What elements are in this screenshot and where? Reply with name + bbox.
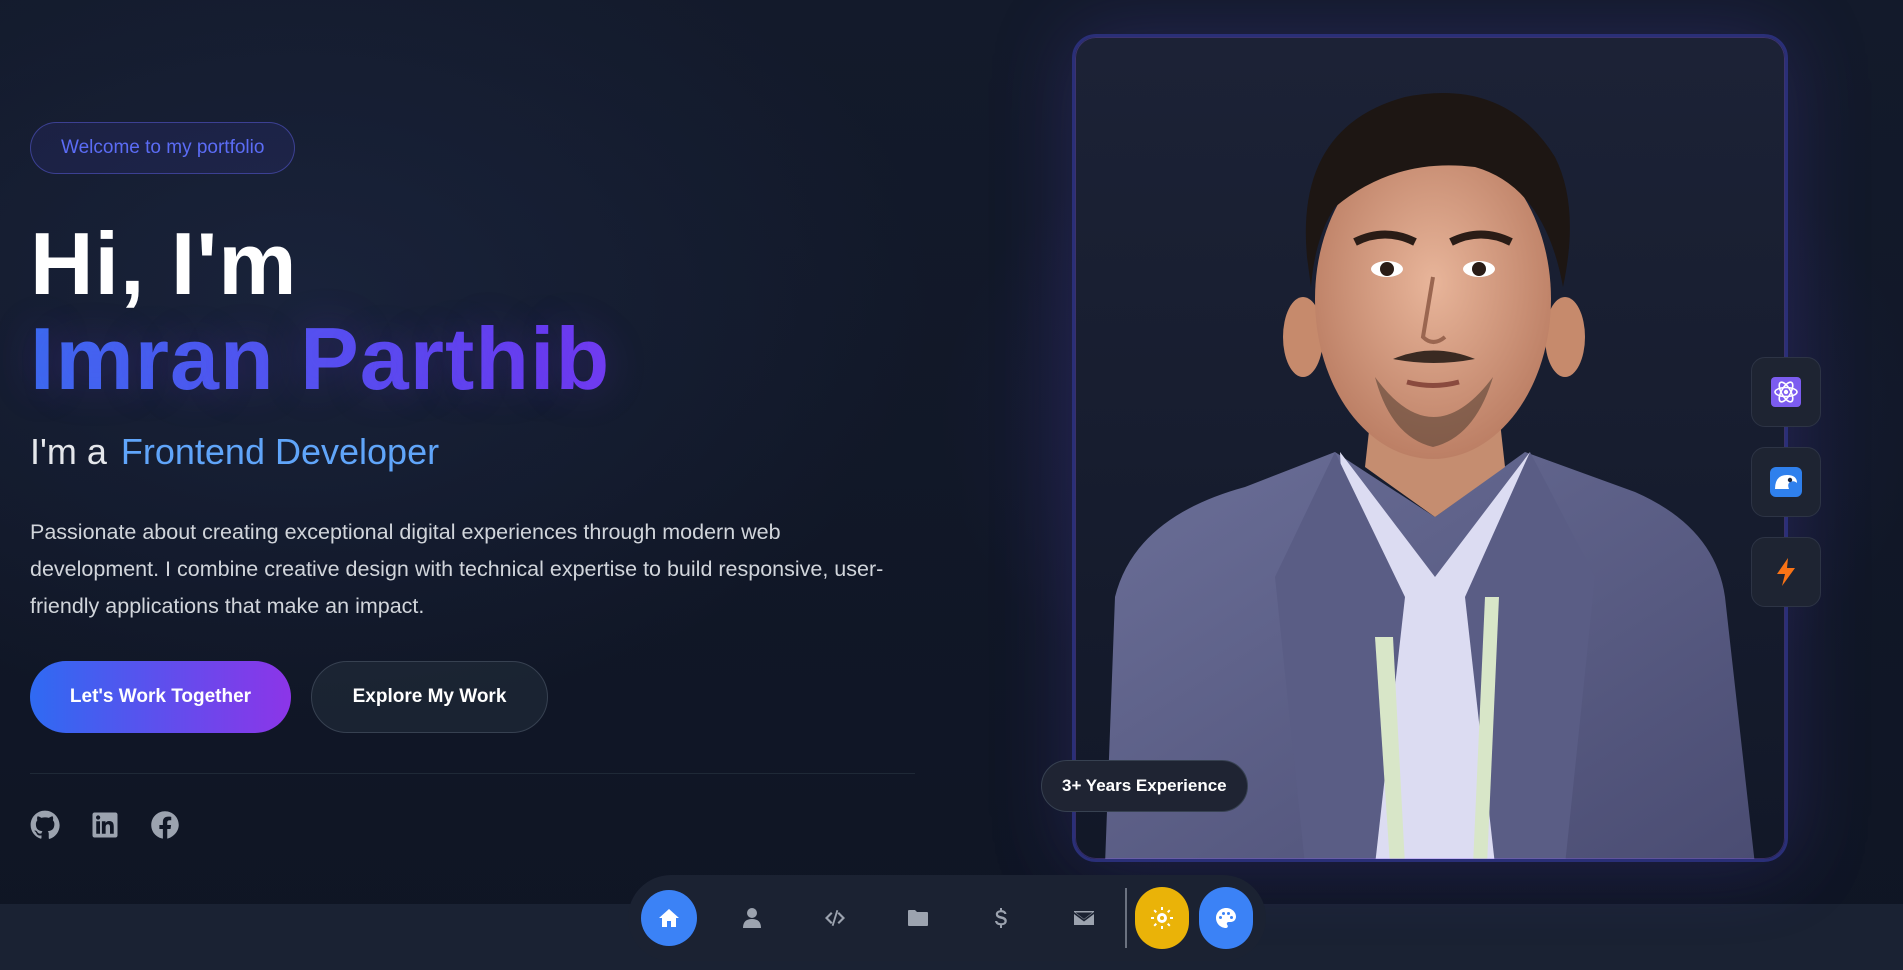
bottom-dock-nav [628,875,1266,961]
name-heading: Imran Parthib [30,312,910,406]
facebook-icon[interactable] [150,810,180,840]
social-links [30,810,910,840]
work-together-button[interactable]: Let's Work Together [30,661,291,733]
tailwind-icon [1751,447,1821,517]
role-prefix: I'm a [30,431,107,472]
greeting-heading: Hi, I'm [30,214,298,313]
explore-work-button[interactable]: Explore My Work [311,661,548,733]
cta-group: Let's Work Together Explore My Work [30,661,910,733]
portrait-illustration [1105,93,1755,859]
palette-icon[interactable] [1199,887,1253,949]
sun-icon[interactable] [1135,887,1189,949]
divider [30,773,915,774]
user-icon[interactable] [724,890,780,946]
github-icon[interactable] [30,810,60,840]
react-icon [1751,357,1821,427]
role-title: Frontend Developer [120,431,440,472]
bolt-icon [1751,537,1821,607]
experience-badge: 3+ Years Experience [1041,760,1248,812]
linkedin-icon[interactable] [90,810,120,840]
code-icon[interactable] [807,890,863,946]
mail-icon[interactable] [1056,890,1112,946]
role-line: I'm a Frontend Developer [30,430,910,474]
home-icon[interactable] [641,890,697,946]
folder-icon[interactable] [890,890,946,946]
welcome-badge: Welcome to my portfolio [30,122,296,174]
profile-photo [1072,34,1788,862]
dock-separator [1125,888,1127,948]
hero-description: Passionate about creating exceptional di… [30,520,884,618]
hero-section: Welcome to my portfolio Hi, I'm Imran Pa… [30,122,915,840]
dollar-icon[interactable] [973,890,1029,946]
